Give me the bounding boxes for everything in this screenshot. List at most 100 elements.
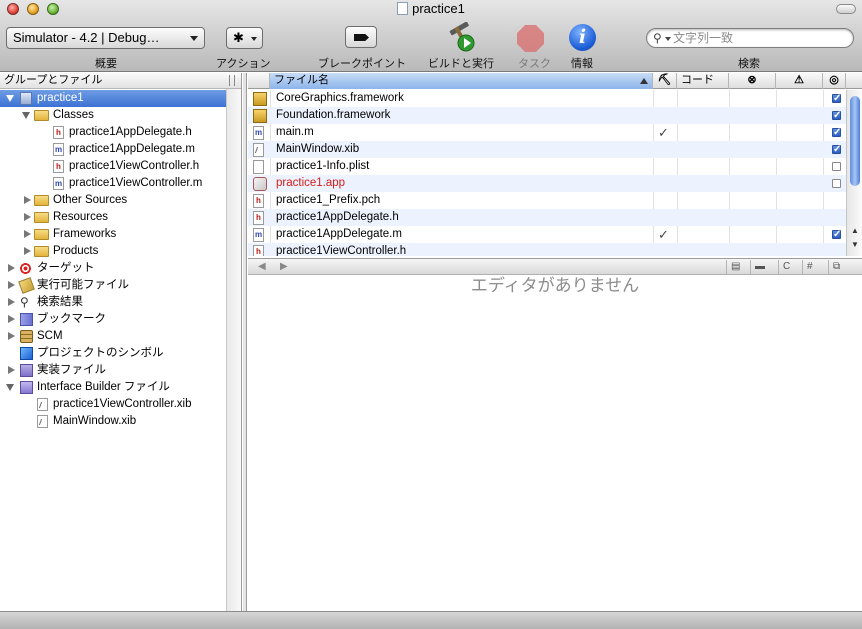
sidebar-item-other-sources[interactable]: Other Sources — [0, 192, 227, 209]
column-header-target[interactable]: ◎ — [823, 73, 846, 89]
split-view-divider[interactable] — [243, 73, 247, 611]
table-row[interactable]: m main.m ✓ — [248, 124, 846, 141]
overview-popup[interactable]: Simulator - 4.2 | Debug… — [6, 27, 205, 49]
column-header-errors[interactable]: ⊗ — [729, 73, 776, 89]
sidebar-item-interface-builder-files[interactable]: Interface Builder ファイル — [0, 379, 227, 396]
table-row[interactable]: m practice1AppDelegate.m ✓ — [248, 226, 846, 243]
scroll-down-arrow-icon[interactable]: ▼ — [851, 240, 859, 249]
table-row[interactable]: CoreGraphics.framework — [248, 90, 846, 107]
target-checkbox[interactable] — [832, 162, 841, 171]
table-row[interactable]: h practice1AppDelegate.h — [248, 209, 846, 226]
search-input[interactable] — [673, 31, 843, 45]
disclosure-open-icon[interactable] — [6, 95, 14, 102]
disclosure-closed-icon[interactable] — [24, 213, 31, 221]
column-header-code[interactable]: コード — [677, 73, 729, 89]
sidebar-resize-handle[interactable] — [229, 75, 235, 86]
table-row[interactable]: Foundation.framework — [248, 107, 846, 124]
sidebar-item-file[interactable]: practice1ViewController.xib — [0, 396, 227, 413]
sidebar-item-resources[interactable]: Resources — [0, 209, 227, 226]
build-check-icon: ✓ — [658, 125, 669, 140]
editor-area[interactable]: エディタがありません — [248, 276, 862, 611]
header-file-icon: h — [253, 194, 264, 208]
app-icon — [253, 177, 267, 191]
sidebar-item-file[interactable]: h practice1ViewController.h — [0, 158, 227, 175]
sidebar-item-project-symbols[interactable]: プロジェクトのシンボル — [0, 345, 227, 362]
status-bar — [0, 611, 862, 629]
sidebar-header: グループとファイル — [0, 73, 241, 89]
sidebar-item-label: SCM — [37, 330, 63, 342]
sidebar-item-classes[interactable]: Classes — [0, 107, 227, 124]
scrollbar-thumb[interactable] — [850, 96, 860, 186]
sidebar-item-frameworks[interactable]: Frameworks — [0, 226, 227, 243]
file-name: Foundation.framework — [276, 109, 391, 121]
forward-arrow-icon[interactable]: ▶ — [280, 261, 288, 272]
sidebar-item-bookmarks[interactable]: ブックマーク — [0, 311, 227, 328]
file-list-scrollbar[interactable]: ▲ ▼ — [846, 90, 862, 256]
disclosure-closed-icon[interactable] — [8, 332, 15, 340]
sidebar-item-file[interactable]: m practice1AppDelegate.m — [0, 141, 227, 158]
sidebar-item-file[interactable]: m practice1ViewController.m — [0, 175, 227, 192]
disclosure-closed-icon[interactable] — [8, 315, 15, 323]
sidebar-item-file[interactable]: h practice1AppDelegate.h — [0, 124, 227, 141]
bookmarks-popup-icon[interactable]: ▤ — [726, 260, 748, 274]
target-checkbox[interactable] — [832, 90, 841, 107]
column-header-build[interactable]: ⛏ — [653, 73, 677, 89]
xib-file-icon — [37, 398, 48, 411]
window-title: practice1 — [0, 1, 862, 19]
includes-popup[interactable]: # — [802, 260, 826, 274]
disclosure-closed-icon[interactable] — [8, 366, 15, 374]
column-header-warnings[interactable]: ⚠ — [776, 73, 823, 89]
action-button[interactable]: ✱ — [226, 27, 263, 49]
sidebar-item-project[interactable]: practice1 — [0, 90, 227, 107]
disclosure-closed-icon[interactable] — [24, 196, 31, 204]
column-header-filename[interactable]: ファイル名 — [270, 73, 653, 89]
info-icon[interactable]: i — [569, 24, 596, 51]
target-checkbox[interactable] — [832, 141, 841, 158]
disclosure-closed-icon[interactable] — [8, 298, 15, 306]
scm-icon — [20, 330, 33, 343]
class-popup[interactable]: C — [778, 260, 800, 274]
sidebar-item-scm[interactable]: SCM — [0, 328, 227, 345]
target-checkbox[interactable] — [832, 124, 841, 141]
table-row[interactable]: practice1.app — [248, 175, 846, 192]
sidebar-item-products[interactable]: Products — [0, 243, 227, 260]
search-options-caret-icon[interactable] — [665, 37, 671, 41]
file-name: main.m — [276, 126, 314, 138]
table-row[interactable]: MainWindow.xib — [248, 141, 846, 158]
table-row[interactable]: h practice1_Prefix.pch — [248, 192, 846, 209]
sidebar-scrollbar[interactable] — [226, 89, 241, 611]
bookmark-icon — [20, 313, 33, 326]
target-checkbox[interactable] — [832, 107, 841, 124]
sidebar-item-label: practice1ViewController.xib — [53, 398, 192, 410]
scroll-up-arrow-icon[interactable]: ▲ — [851, 226, 859, 235]
breakpoints-button[interactable] — [345, 26, 377, 48]
disclosure-closed-icon[interactable] — [8, 264, 15, 272]
build-and-run-icon[interactable] — [446, 22, 478, 52]
warning-icon: ⚠ — [794, 74, 804, 86]
target-checkbox[interactable] — [832, 179, 841, 188]
split-editor-icon[interactable]: ⧉ — [828, 260, 846, 274]
sidebar-item-implementation-files[interactable]: 実装ファイル — [0, 362, 227, 379]
target-membership-icon: ◎ — [829, 74, 839, 86]
disclosure-closed-icon[interactable] — [8, 281, 15, 289]
disclosure-open-icon[interactable] — [22, 112, 30, 119]
breakpoints-popup-icon[interactable]: ▬ — [750, 260, 776, 274]
disclosure-closed-icon[interactable] — [24, 230, 31, 238]
table-row[interactable]: h practice1ViewController.h — [248, 243, 846, 256]
disclosure-closed-icon[interactable] — [24, 247, 31, 255]
target-checkbox[interactable] — [832, 226, 841, 243]
sidebar-item-executables[interactable]: 実行可能ファイル — [0, 277, 227, 294]
sidebar-item-find-results[interactable]: ⚲ 検索結果 — [0, 294, 227, 311]
action-label: アクション — [216, 58, 271, 70]
framework-icon — [253, 109, 267, 123]
sidebar-item-file[interactable]: MainWindow.xib — [0, 413, 227, 430]
search-field[interactable]: ⚲ — [646, 28, 854, 48]
sidebar-item-targets[interactable]: ターゲット — [0, 260, 227, 277]
toolbar-toggle-button[interactable] — [836, 4, 856, 14]
folder-icon — [34, 229, 49, 240]
table-row[interactable]: practice1-Info.plist — [248, 158, 846, 175]
disclosure-open-icon[interactable] — [6, 384, 14, 391]
back-arrow-icon[interactable]: ◀ — [258, 261, 266, 272]
column-header-kind[interactable] — [248, 73, 270, 89]
tasks-stop-icon[interactable] — [517, 25, 544, 52]
